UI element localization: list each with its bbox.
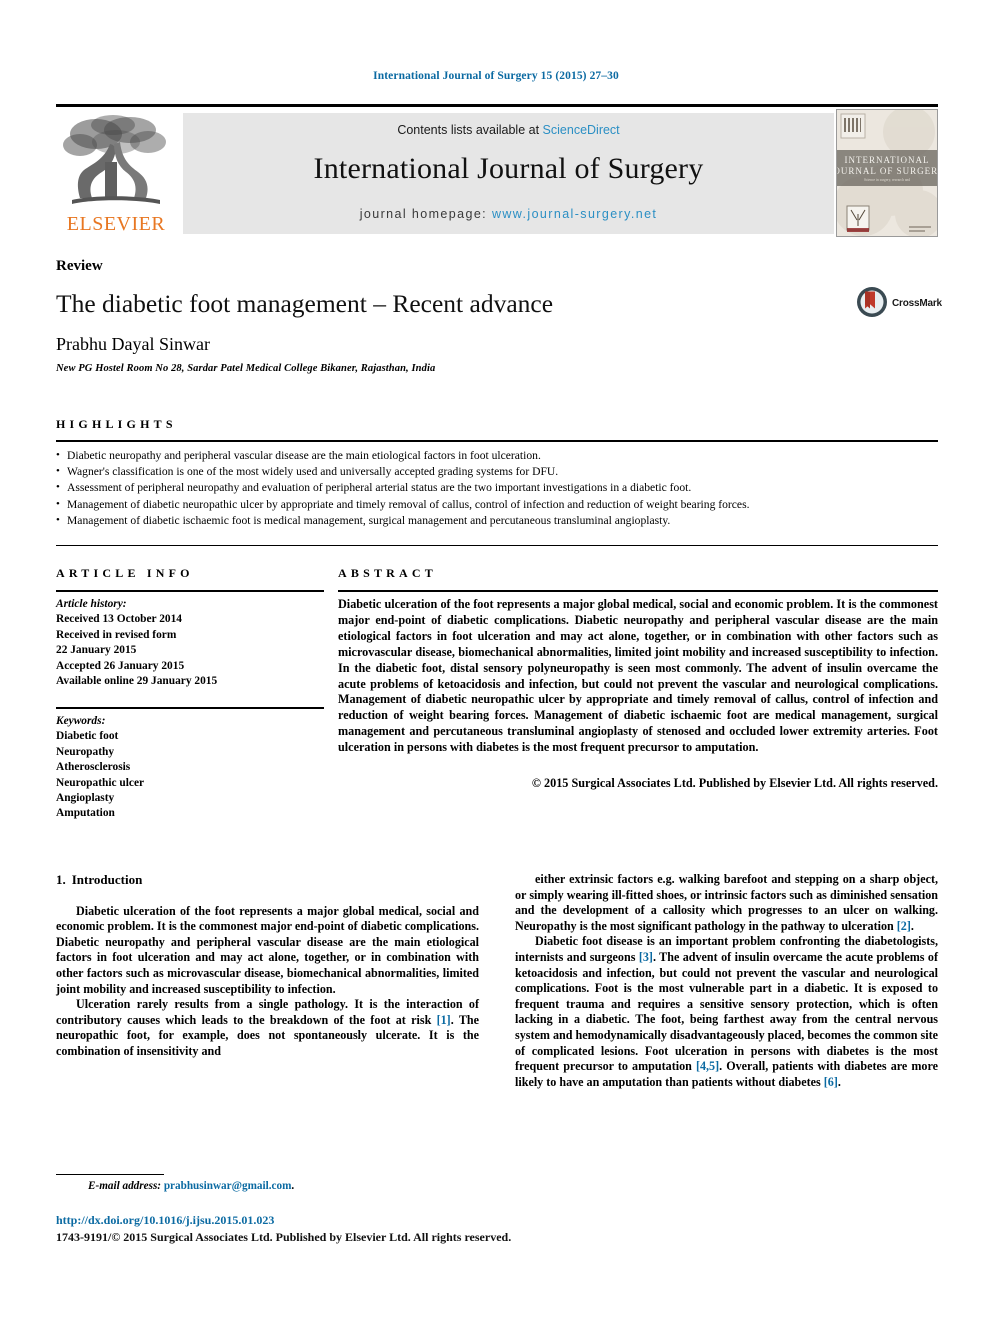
journal-homepage-line: journal homepage: www.journal-surgery.ne… [183, 207, 834, 221]
body-column-right: either extrinsic factors e.g. walking ba… [515, 872, 938, 1090]
keywords-divider-rule [56, 707, 324, 709]
crossmark-icon [857, 287, 887, 317]
keywords-block: Keywords: Diabetic foot Neuropathy Ather… [56, 714, 326, 822]
paragraph: either extrinsic factors e.g. walking ba… [515, 872, 938, 933]
keyword-item: Angioplasty [56, 792, 115, 805]
paragraph: Diabetic foot disease is an important pr… [515, 934, 938, 1089]
email-suffix: . [291, 1180, 295, 1192]
email-label: E-mail address: [88, 1180, 162, 1192]
highlights-heading: HIGHLIGHTS [56, 417, 177, 431]
list-item: Assessment of peripheral neuropathy and … [56, 479, 942, 496]
crossmark-badge[interactable]: CrossMark [856, 286, 946, 326]
crossmark-label: CrossMark [892, 298, 942, 309]
page-title: The diabetic foot management – Recent ad… [56, 289, 554, 318]
article-type: Review [56, 258, 103, 274]
section-heading: 1. Introduction [56, 872, 479, 888]
history-line: Accepted 26 January 2015 [56, 659, 185, 672]
masthead-top-rule [56, 104, 938, 107]
list-item: Diabetic neuropathy and peripheral vascu… [56, 447, 942, 464]
email-link[interactable]: prabhusinwar@gmail.com [164, 1180, 292, 1192]
article-history-block: Article history: Received 13 October 201… [56, 597, 326, 689]
elsevier-wordmark: ELSEVIER [66, 213, 166, 235]
abstract-rule [338, 590, 938, 592]
journal-cover-art: INTERNATIONAL JOURNAL OF SURGERY Science… [837, 110, 937, 236]
journal-masthead: ELSEVIER Contents lists available at Sci… [56, 104, 938, 237]
abstract-text: Diabetic ulceration of the foot represen… [338, 597, 938, 755]
list-item: Wagner's classification is one of the mo… [56, 463, 942, 480]
history-line: Received 13 October 2014 [56, 613, 183, 626]
journal-title: International Journal of Surgery [313, 152, 704, 185]
author-list: Prabhu Dayal Sinwar [56, 334, 210, 354]
highlights-bottom-rule [56, 545, 938, 546]
citation-reference[interactable]: [1] [437, 1013, 451, 1027]
paragraph: Ulceration rarely results from a single … [56, 997, 479, 1058]
paragraph: Diabetic ulceration of the foot represen… [56, 903, 479, 996]
citation-reference[interactable]: [3] [639, 950, 653, 964]
citation-reference[interactable]: [2] [897, 919, 911, 933]
author-affiliation: New PG Hostel Room No 28, Sardar Patel M… [56, 363, 436, 374]
article-history-title: Article history: [56, 598, 127, 610]
corresponding-email-line: E-mail address: prabhusinwar@gmail.com. [88, 1180, 294, 1192]
body-column-left: 1. Introduction Diabetic ulceration of th… [56, 872, 479, 1060]
citation-reference[interactable]: [4,5] [696, 1059, 719, 1073]
abstract-copyright: © 2015 Surgical Associates Ltd. Publishe… [531, 776, 938, 790]
footnote-rule [56, 1174, 164, 1175]
highlights-list: Diabetic neuropathy and peripheral vascu… [56, 447, 942, 529]
keyword-item: Amputation [56, 807, 115, 820]
running-head: International Journal of Surgery 15 (201… [373, 70, 619, 82]
contents-available-line: Contents lists available at ScienceDirec… [183, 123, 834, 137]
keyword-item: Atherosclerosis [56, 761, 131, 774]
citation-reference[interactable]: [6] [824, 1075, 838, 1089]
article-info-heading: ARTICLE INFO [56, 566, 194, 580]
highlights-rule [56, 440, 938, 442]
keyword-item: Diabetic foot [56, 730, 119, 743]
journal-cover-thumbnail: INTERNATIONAL JOURNAL OF SURGERY Science… [836, 109, 938, 237]
svg-text:INTERNATIONAL: INTERNATIONAL [845, 155, 930, 165]
abstract-heading: ABSTRACT [338, 566, 437, 580]
history-line: 22 January 2015 [56, 644, 137, 657]
sciencedirect-link[interactable]: ScienceDirect [543, 123, 620, 137]
doi-link[interactable]: http://dx.doi.org/10.1016/j.ijsu.2015.01… [56, 1213, 274, 1228]
list-item: Management of diabetic ischaemic foot is… [56, 512, 942, 529]
contents-prefix: Contents lists available at [397, 123, 540, 137]
elsevier-logo: ELSEVIER [58, 112, 174, 234]
svg-text:JOURNAL OF SURGERY: JOURNAL OF SURGERY [837, 166, 937, 176]
keywords-title: Keywords: [56, 715, 106, 727]
history-line: Received in revised form [56, 628, 177, 641]
history-line: Available online 29 January 2015 [56, 675, 218, 688]
paper-page: International Journal of Surgery 15 (201… [0, 0, 992, 1323]
homepage-label: journal homepage: [359, 207, 488, 221]
section-number: 1. [56, 872, 66, 887]
list-item: Management of diabetic neuropathic ulcer… [56, 496, 942, 513]
elsevier-tree-icon [63, 115, 166, 204]
section-title-text: Introduction [71, 872, 143, 887]
keyword-item: Neuropathic ulcer [56, 776, 145, 789]
keyword-item: Neuropathy [56, 745, 115, 758]
issn-copyright-line: 1743-9191/© 2015 Surgical Associates Ltd… [56, 1230, 512, 1244]
homepage-url-link[interactable]: www.journal-surgery.net [492, 207, 657, 221]
article-info-rule [56, 590, 324, 592]
